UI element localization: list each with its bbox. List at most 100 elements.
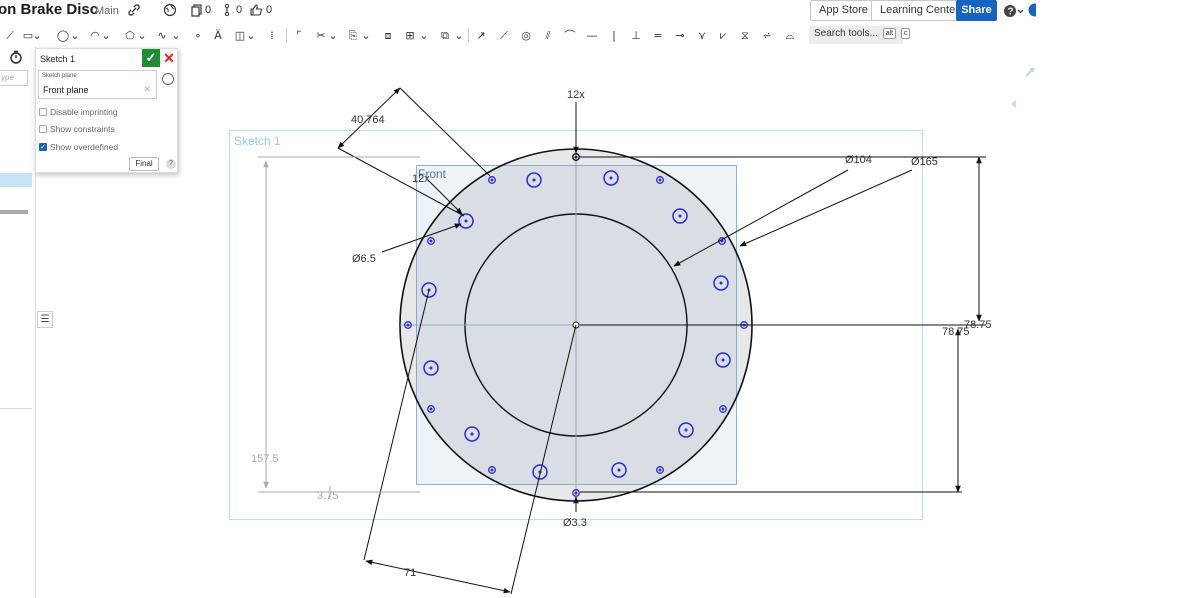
tangent-icon[interactable]: ⌒	[562, 27, 578, 43]
dimension-tool-icon[interactable]: ↗	[473, 27, 489, 43]
chevron-down-icon[interactable]: ⌄	[328, 27, 338, 43]
shortcut-c-key: c	[900, 28, 911, 39]
show-constraints-label: Show constraints	[50, 124, 115, 134]
selected-feature-row[interactable]	[0, 173, 32, 187]
sketch-viewport[interactable]: Sketch 1 Front 40.764 12x 12x Ø104 Ø165 …	[0, 0, 1200, 598]
top-bar: on Brake Disc Main 0 0 0 App Store Learn…	[0, 0, 1200, 22]
curvature-icon[interactable]: ⌓	[782, 27, 798, 43]
mirror-tool-icon[interactable]: ⧈	[380, 27, 396, 43]
accept-button[interactable]: ✓	[142, 49, 160, 67]
sketch-toolbar: ⟋ ▭ ⌄ ◯ ⌄ ◠ ⌄ ⬠ ⌄ ∿ ⌄ ∘ Ä ◫ ⌄ ⁞ ⌜ ✂ ⌄ ⎘ …	[0, 23, 1200, 47]
sketch-plane-field[interactable]: Sketch plane Front plane ✕	[38, 70, 157, 99]
dim-40764[interactable]: 40.764	[351, 114, 385, 126]
final-button[interactable]: Final	[129, 157, 159, 171]
view-arrow-icon[interactable]	[1025, 68, 1036, 77]
pierce-icon[interactable]: ⩗	[715, 27, 731, 43]
disable-imprinting-option[interactable]: Disable imprinting	[39, 107, 118, 117]
copy-icon[interactable]	[190, 3, 204, 17]
help-icon[interactable]: ?	[1003, 4, 1025, 18]
horizontal-icon[interactable]: —	[584, 27, 600, 43]
chevron-down-icon[interactable]: ⌄	[171, 27, 181, 43]
polygon-tool-icon[interactable]: ⬠	[122, 27, 138, 43]
equal-icon[interactable]: =	[650, 27, 666, 43]
share-button[interactable]: Share	[956, 0, 997, 21]
sketch-dialog: Sketch 1 ✓ ✕ Sketch plane Front plane ✕ …	[35, 48, 178, 173]
trim-tool-icon[interactable]: ✂	[313, 27, 329, 43]
chevron-down-icon[interactable]: ⌄	[361, 27, 371, 43]
pattern-tool-icon[interactable]: ⊞	[402, 27, 418, 43]
coincident-icon[interactable]: ⟋	[496, 27, 512, 43]
chevron-down-icon[interactable]: ⌄	[32, 27, 42, 43]
link-icon[interactable]	[127, 3, 141, 17]
feature-list-panel: ype	[0, 47, 36, 598]
spline-tool-icon[interactable]: ∿	[154, 27, 170, 43]
chevron-down-icon[interactable]: ⌄	[454, 27, 464, 43]
chevron-down-icon[interactable]: ⌄	[101, 27, 111, 43]
fillet-tool-icon[interactable]: ⌜	[291, 27, 307, 43]
symmetric-tool-icon[interactable]: ⁞	[264, 27, 280, 43]
point-tool-icon[interactable]: ∘	[190, 27, 206, 43]
circle-tool-icon[interactable]: ◯	[55, 27, 71, 43]
branch-icon[interactable]	[220, 3, 234, 17]
rollback-bar[interactable]	[0, 210, 28, 214]
dim-375[interactable]: 3.75	[317, 490, 338, 502]
perpendicular-icon[interactable]: ⊥	[628, 27, 644, 43]
show-overdefined-label: Show overdefined	[50, 142, 119, 152]
chevron-down-icon[interactable]: ⌄	[419, 27, 429, 43]
shortcut-alt-key: alt	[882, 28, 897, 39]
branch-count: 0	[236, 4, 243, 16]
chevron-down-icon[interactable]: ⌄	[137, 27, 147, 43]
fix-icon[interactable]: ⩫	[759, 27, 775, 43]
dim-d104[interactable]: Ø104	[845, 154, 872, 166]
dim-71[interactable]: 71	[404, 567, 416, 579]
dim-d33[interactable]: Ø3.3	[563, 517, 587, 529]
disable-imprinting-label: Disable imprinting	[50, 107, 118, 117]
sketch-plane-label: Sketch plane	[42, 73, 77, 79]
clear-icon[interactable]: ✕	[143, 84, 151, 95]
toolbar-divider	[468, 28, 469, 42]
app-store-button[interactable]: App Store	[810, 0, 877, 21]
midpoint-icon[interactable]: ⊸	[672, 27, 688, 43]
show-overdefined-checkbox[interactable]: ✓	[39, 143, 47, 151]
line-tool-icon[interactable]: ⟋	[2, 27, 18, 43]
dim-12x-inner[interactable]: 12x	[412, 173, 430, 185]
chevron-down-icon[interactable]: ⌄	[246, 27, 256, 43]
cancel-button[interactable]: ✕	[162, 50, 176, 66]
sketch-dialog-title[interactable]: Sketch 1	[40, 54, 75, 64]
transform-tool-icon[interactable]: ⧉	[437, 27, 453, 43]
dim-d165[interactable]: Ø165	[911, 156, 938, 168]
panel-divider	[0, 408, 32, 409]
dim-1575[interactable]: 157.5	[251, 453, 279, 465]
show-constraints-checkbox[interactable]	[39, 125, 47, 133]
history-timer-icon[interactable]	[9, 50, 23, 64]
symmetric-constraint-icon[interactable]: ⧖	[737, 27, 753, 43]
list-view-icon[interactable]: ☰	[37, 311, 53, 328]
feature-filter-input[interactable]: ype	[0, 70, 28, 86]
like-count: 0	[266, 4, 273, 16]
dim-12x-top[interactable]: 12x	[567, 89, 585, 101]
learning-center-button[interactable]: Learning Center	[871, 0, 968, 21]
sketch-label: Sketch 1	[234, 134, 281, 148]
document-title[interactable]: on Brake Disc	[0, 1, 98, 18]
toolbar-divider	[286, 28, 287, 42]
view-normal-icon[interactable]	[162, 73, 174, 85]
globe-icon[interactable]	[163, 3, 177, 17]
dim-d65[interactable]: Ø6.5	[352, 253, 376, 265]
offset-tool-icon[interactable]: ⎘	[345, 27, 361, 43]
search-tools-input[interactable]: Search tools... alt c	[809, 26, 911, 44]
view-left-icon[interactable]	[1011, 100, 1016, 108]
user-avatar-icon[interactable]	[1028, 3, 1036, 17]
chevron-down-icon[interactable]: ⌄	[70, 27, 80, 43]
help-icon[interactable]: ?	[166, 159, 176, 169]
dim-7875-lower[interactable]: 78.75	[942, 326, 970, 338]
disable-imprinting-checkbox[interactable]	[39, 108, 47, 116]
vertical-icon[interactable]: |	[606, 27, 622, 43]
text-tool-icon[interactable]: Ä	[210, 27, 226, 43]
parallel-icon[interactable]: ⫽	[540, 27, 556, 43]
normal-icon[interactable]: ⋎	[694, 27, 710, 43]
show-constraints-option[interactable]: Show constraints	[39, 124, 115, 134]
concentric-icon[interactable]: ◎	[518, 27, 534, 43]
like-icon[interactable]	[249, 3, 263, 17]
branch-label[interactable]: Main	[95, 5, 119, 17]
show-overdefined-option[interactable]: ✓ Show overdefined	[39, 142, 118, 152]
